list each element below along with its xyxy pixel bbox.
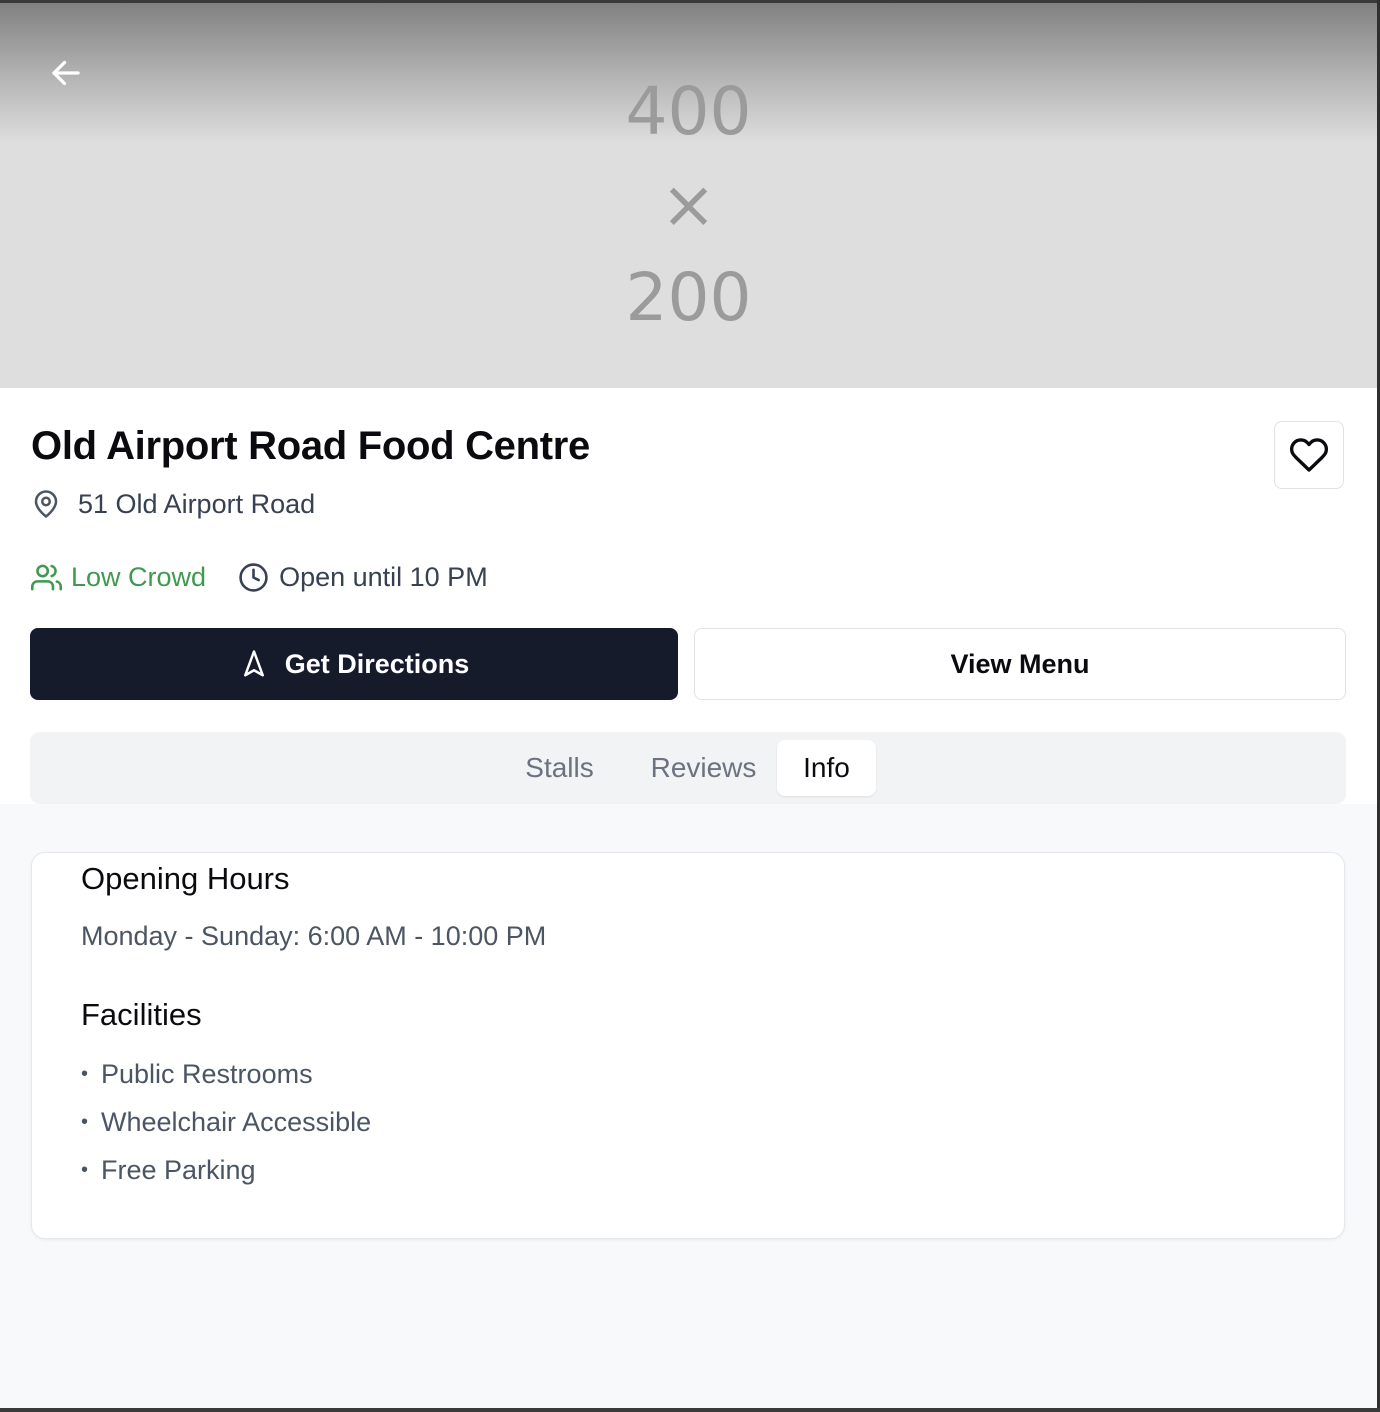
users-icon bbox=[31, 564, 62, 590]
navigation-icon bbox=[243, 650, 264, 677]
hours-status: Open until 10 PM bbox=[238, 562, 488, 593]
bullet: • bbox=[81, 1063, 89, 1085]
placeholder-width: 400 bbox=[625, 73, 752, 150]
image-placeholder: 400 × 200 bbox=[0, 65, 1377, 344]
map-pin-icon bbox=[34, 490, 58, 518]
bullet: • bbox=[81, 1159, 89, 1181]
crowd-label: Low Crowd bbox=[71, 561, 207, 592]
facility-label: Wheelchair Accessible bbox=[101, 1107, 372, 1137]
clock-icon bbox=[239, 562, 268, 592]
status-row: Low Crowd Open until 10 PM bbox=[31, 558, 488, 596]
list-item: • Public Restrooms bbox=[81, 1058, 371, 1106]
tab-bar: Stalls Reviews Info bbox=[30, 732, 1346, 804]
favorite-button[interactable] bbox=[1274, 421, 1344, 489]
facility-label: Public Restrooms bbox=[101, 1059, 313, 1089]
tab-reviews[interactable]: Reviews bbox=[634, 740, 773, 796]
get-directions-label: Get Directions bbox=[284, 648, 470, 679]
address-row: 51 Old Airport Road bbox=[31, 486, 315, 522]
heart-icon bbox=[1289, 438, 1329, 472]
list-item: • Free Parking bbox=[81, 1154, 371, 1202]
page-title: Old Airport Road Food Centre bbox=[31, 424, 590, 468]
hero-image: 400 × 200 bbox=[0, 3, 1377, 388]
tab-info[interactable]: Info bbox=[777, 740, 876, 796]
arrow-left-icon bbox=[52, 60, 80, 86]
tab-stalls[interactable]: Stalls bbox=[507, 740, 612, 796]
crowd-badge: Low Crowd bbox=[31, 562, 206, 593]
window-frame-bottom bbox=[0, 1408, 1380, 1412]
address-text: 51 Old Airport Road bbox=[78, 488, 316, 519]
list-item: • Wheelchair Accessible bbox=[81, 1106, 371, 1154]
opening-hours-text: Monday - Sunday: 6:00 AM - 10:00 PM bbox=[81, 921, 547, 951]
back-button[interactable] bbox=[36, 43, 96, 103]
facilities-heading: Facilities bbox=[81, 997, 202, 1032]
get-directions-button[interactable]: Get Directions bbox=[30, 628, 678, 700]
facility-label: Free Parking bbox=[101, 1155, 256, 1185]
placeholder-times: × bbox=[660, 166, 717, 243]
view-menu-button[interactable]: View Menu bbox=[694, 628, 1346, 700]
facilities-list: • Public Restrooms • Wheelchair Accessib… bbox=[81, 1058, 371, 1202]
bullet: • bbox=[81, 1111, 89, 1133]
view-menu-label: View Menu bbox=[950, 648, 1090, 679]
placeholder-height: 200 bbox=[625, 259, 752, 336]
hours-label: Open until 10 PM bbox=[279, 561, 488, 592]
info-card: Opening Hours Monday - Sunday: 6:00 AM -… bbox=[31, 852, 1345, 1239]
opening-hours-heading: Opening Hours bbox=[81, 861, 290, 896]
